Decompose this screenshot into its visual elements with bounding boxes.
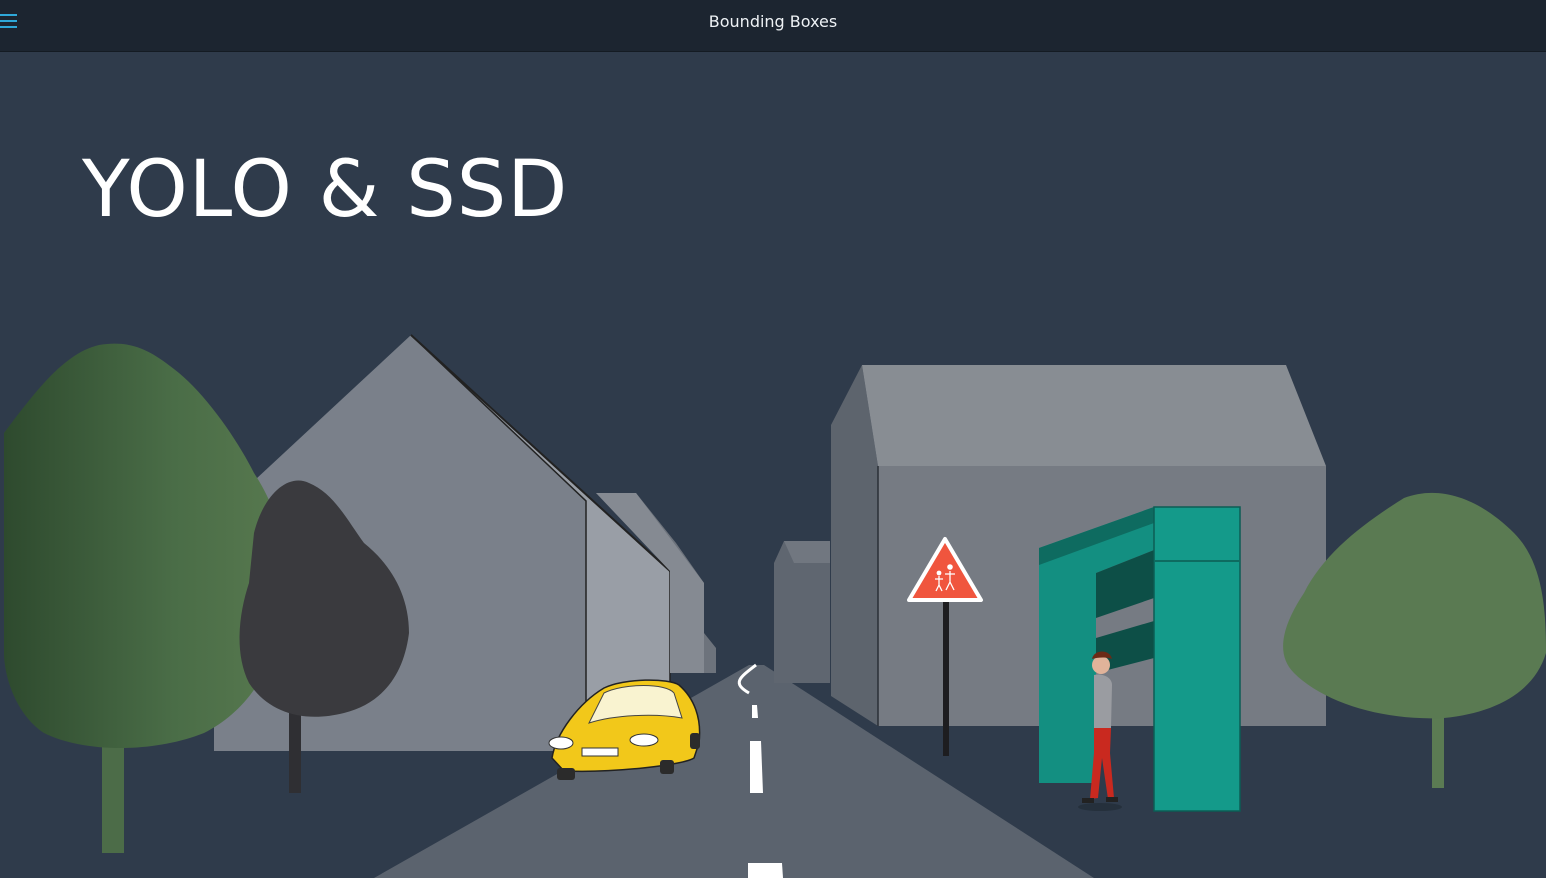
street-scene-illustration (4, 334, 1546, 878)
bus-stop-shelter (1039, 506, 1241, 812)
slide-stage: YOLO & SSD (4, 53, 1546, 878)
page-title: Bounding Boxes (708, 12, 838, 31)
distant-houses (774, 541, 830, 683)
left-tree-green (4, 343, 287, 853)
top-bar: Bounding Boxes (0, 0, 1546, 52)
